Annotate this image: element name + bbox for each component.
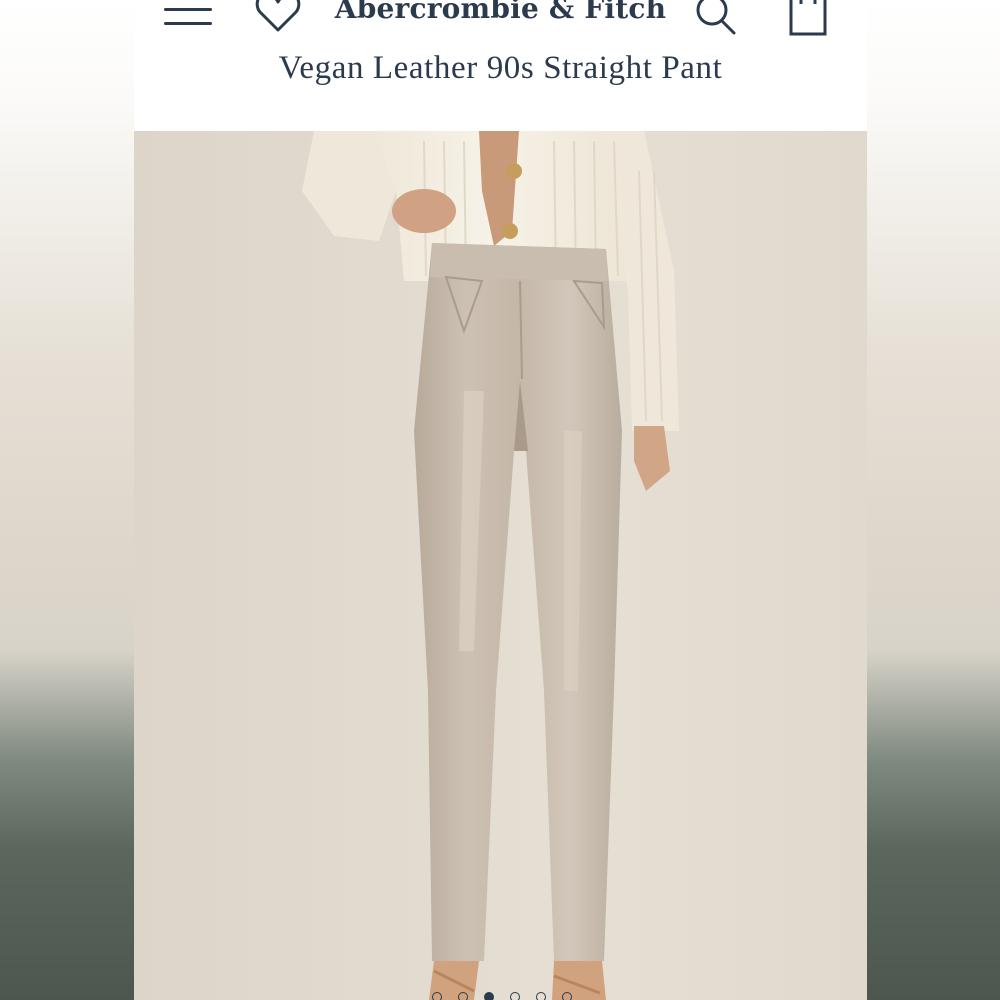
- background-left: [0, 0, 134, 1000]
- carousel-dot[interactable]: [509, 992, 520, 1000]
- search-icon[interactable]: [692, 0, 740, 38]
- product-title: Vegan Leather 90s Straight Pant: [278, 50, 723, 86]
- carousel-dot[interactable]: [431, 992, 442, 1000]
- product-page: Abercrombie & Fitch Vegan Leather 90s St…: [134, 0, 867, 1000]
- carousel-dot[interactable]: [561, 992, 572, 1000]
- site-header: Abercrombie & Fitch Vegan Leather 90s St…: [134, 0, 867, 131]
- product-photo-illustration: [302, 131, 679, 1000]
- product-image[interactable]: [134, 131, 867, 1000]
- brand-logo[interactable]: Abercrombie & Fitch: [134, 0, 867, 25]
- carousel-dots: [134, 992, 867, 1000]
- background-right: [866, 0, 1000, 1000]
- carousel-dot[interactable]: [535, 992, 546, 1000]
- carousel-dot[interactable]: [457, 992, 468, 1000]
- carousel-dot-active[interactable]: [483, 992, 494, 1000]
- bag-icon[interactable]: [788, 0, 828, 38]
